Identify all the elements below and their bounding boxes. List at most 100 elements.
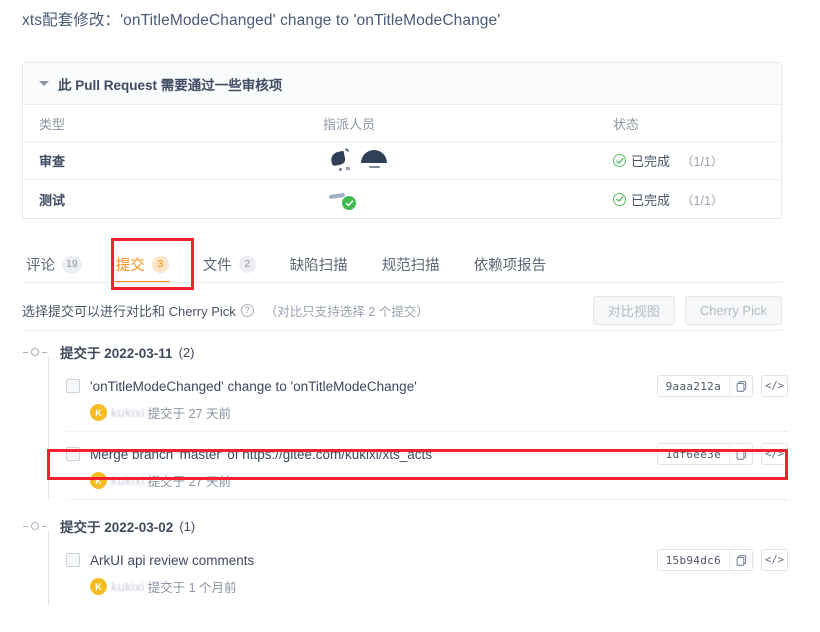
column-header-type: 类型 bbox=[39, 116, 66, 132]
question-circle-icon[interactable]: ? bbox=[240, 303, 254, 317]
commit-checkbox[interactable] bbox=[66, 447, 80, 461]
code-brackets-icon[interactable]: </> bbox=[761, 549, 788, 571]
check-circle-icon bbox=[613, 154, 626, 167]
commits-hint-text: 选择提交可以进行对比和 Cherry Pick bbox=[22, 303, 236, 319]
tab-comments[interactable]: 评论 19 bbox=[22, 245, 99, 283]
commit-group-header: 提交于 2022-03-11 (2) bbox=[22, 340, 788, 364]
commit-checkbox[interactable] bbox=[66, 553, 80, 567]
commits-note: （对比只支持选择 2 个提交） bbox=[264, 304, 429, 319]
review-row-review: 审查 已完成 （1/1） bbox=[23, 142, 781, 180]
tab-defect-scan[interactable]: 缺陷扫描 bbox=[273, 245, 365, 283]
commit-item[interactable]: 'onTitleModeChanged' change to 'onTitleM… bbox=[66, 364, 788, 432]
review-type-label: 审查 bbox=[39, 154, 66, 169]
status-text: 已完成 bbox=[631, 154, 671, 169]
status-fraction: （1/1） bbox=[681, 193, 724, 208]
avatar-fragment bbox=[346, 166, 350, 170]
column-header-status: 状态 bbox=[613, 116, 640, 132]
commit-time: 提交于 27 天前 bbox=[147, 475, 232, 489]
commit-group-date: 提交于 2022-03-02 bbox=[60, 520, 174, 535]
commit-group-count: (2) bbox=[178, 344, 195, 360]
commit-message[interactable]: ArkUI api review comments bbox=[90, 553, 254, 568]
commit-group: 提交于 2022-03-02 (1) ArkUI api review comm… bbox=[22, 514, 788, 605]
pr-tabs: 评论 19 提交 3 文件 2 缺陷扫描 规范扫描 依赖项报告 bbox=[22, 243, 782, 283]
avatar-group bbox=[323, 184, 443, 214]
toolbar-divider bbox=[22, 330, 782, 331]
commit-item[interactable]: Merge branch 'master' of https://gitee.c… bbox=[66, 432, 788, 500]
commit-time: 提交于 1 个月前 bbox=[147, 581, 237, 595]
tab-label: 评论 bbox=[26, 257, 55, 274]
timeline-spine bbox=[48, 356, 49, 500]
tab-count: 2 bbox=[238, 255, 256, 273]
avatar-fragment bbox=[339, 167, 342, 171]
review-checks-panel: 此 Pull Request 需要通过一些审核项 类型 指派人员 状态 审查 已… bbox=[22, 62, 782, 219]
timeline-spine bbox=[48, 530, 49, 605]
commit-checkbox[interactable] bbox=[66, 379, 80, 393]
commit-message[interactable]: 'onTitleModeChanged' change to 'onTitleM… bbox=[90, 379, 417, 394]
commit-hash-box: 1df6ee3e bbox=[656, 443, 753, 465]
commit-hash[interactable]: 15b94dc6 bbox=[658, 550, 729, 570]
review-type-label: 测试 bbox=[39, 192, 66, 208]
avatar: K bbox=[90, 472, 107, 489]
avatar: K bbox=[90, 404, 107, 421]
tab-label: 依赖项报告 bbox=[473, 257, 547, 274]
copy-icon[interactable] bbox=[729, 550, 752, 570]
review-table-header: 类型 指派人员 状态 bbox=[23, 105, 781, 142]
tab-dependency-report[interactable]: 依赖项报告 bbox=[457, 245, 564, 283]
commit-author[interactable]: kukixi bbox=[111, 474, 145, 488]
status-cell-test: 已完成 （1/1） bbox=[613, 190, 781, 209]
status-cell-review: 已完成 （1/1） bbox=[613, 151, 781, 170]
commit-time: 提交于 27 天前 bbox=[147, 407, 232, 421]
tab-label: 缺陷扫描 bbox=[289, 257, 348, 274]
copy-icon[interactable] bbox=[729, 376, 752, 396]
commit-item[interactable]: ArkUI api review comments 15b94dc6 </> K… bbox=[66, 538, 788, 605]
tab-files[interactable]: 文件 2 bbox=[186, 245, 273, 283]
status-fraction: （1/1） bbox=[681, 155, 724, 169]
page-title: xts配套修改：'onTitleModeChanged' change to '… bbox=[22, 12, 501, 29]
review-row-test: 测试 已完成 （1/1） bbox=[23, 180, 781, 218]
caret-down-icon[interactable] bbox=[39, 81, 49, 86]
avatar bbox=[329, 150, 347, 166]
tab-commits[interactable]: 提交 3 bbox=[99, 245, 186, 283]
compare-view-button[interactable]: 对比视图 bbox=[592, 295, 675, 325]
commit-group-header: 提交于 2022-03-02 (1) bbox=[22, 514, 788, 538]
avatar-verified-badge-icon bbox=[342, 196, 356, 210]
commit-hash-box: 9aaa212a bbox=[656, 375, 753, 397]
code-brackets-icon[interactable]: </> bbox=[761, 375, 788, 397]
avatar-fragment bbox=[344, 147, 350, 152]
commit-group: 提交于 2022-03-11 (2) 'onTitleModeChanged' … bbox=[22, 340, 788, 500]
tab-count: 3 bbox=[151, 255, 169, 273]
commit-message[interactable]: Merge branch 'master' of https://gitee.c… bbox=[90, 447, 432, 462]
commit-author[interactable]: kukixi bbox=[111, 580, 145, 594]
commit-author[interactable]: kukixi bbox=[111, 406, 145, 420]
assignee-avatars-test[interactable] bbox=[323, 184, 613, 214]
commits-toolbar: 选择提交可以进行对比和 Cherry Pick ? （对比只支持选择 2 个提交… bbox=[22, 292, 782, 328]
commit-hash[interactable]: 9aaa212a bbox=[658, 376, 729, 396]
review-checks-title: 此 Pull Request 需要通过一些审核项 bbox=[58, 77, 283, 93]
copy-icon[interactable] bbox=[729, 444, 752, 464]
tab-label: 提交 bbox=[115, 257, 145, 274]
commit-timeline: 提交于 2022-03-11 (2) 'onTitleModeChanged' … bbox=[22, 340, 788, 605]
cherry-pick-button[interactable]: Cherry Pick bbox=[684, 295, 782, 325]
tab-count: 19 bbox=[62, 255, 82, 273]
code-brackets-icon[interactable]: </> bbox=[761, 443, 788, 465]
commit-hash[interactable]: 1df6ee3e bbox=[658, 444, 729, 464]
timeline-node-icon bbox=[22, 340, 48, 364]
tab-standard-scan[interactable]: 规范扫描 bbox=[365, 245, 457, 283]
tab-label: 规范扫描 bbox=[381, 257, 440, 274]
timeline-node-icon bbox=[22, 514, 48, 538]
commit-group-count: (1) bbox=[179, 518, 196, 534]
status-text: 已完成 bbox=[631, 192, 671, 208]
pull-request-page: xts配套修改：'onTitleModeChanged' change to '… bbox=[0, 0, 820, 632]
tab-label: 文件 bbox=[202, 257, 232, 274]
avatar-fragment bbox=[369, 165, 380, 168]
review-checks-header[interactable]: 此 Pull Request 需要通过一些审核项 bbox=[23, 63, 781, 105]
check-circle-icon bbox=[613, 192, 626, 206]
avatar: K bbox=[90, 578, 107, 595]
avatar-group bbox=[323, 146, 443, 176]
column-header-assignee: 指派人员 bbox=[323, 116, 376, 132]
commits-hint: 选择提交可以进行对比和 Cherry Pick ? bbox=[22, 301, 254, 320]
commit-hash-box: 15b94dc6 bbox=[656, 549, 753, 571]
assignee-avatars-review[interactable] bbox=[323, 146, 613, 176]
avatar bbox=[361, 149, 387, 163]
commit-group-date: 提交于 2022-03-11 bbox=[60, 346, 173, 361]
